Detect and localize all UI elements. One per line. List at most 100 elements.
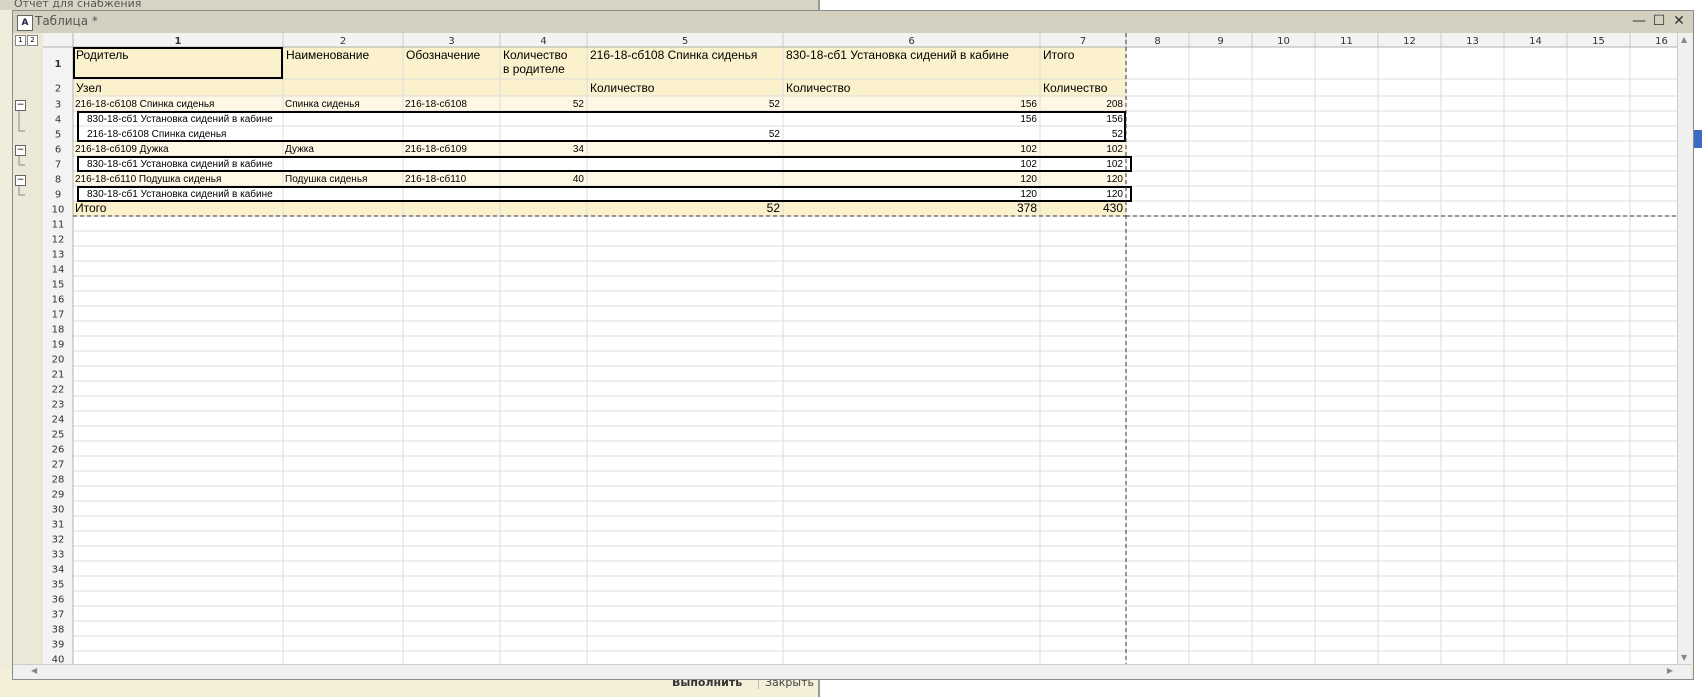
row-header-36[interactable]: 36	[52, 595, 65, 606]
column-header-16[interactable]: 16	[1655, 36, 1668, 47]
row-header-28[interactable]: 28	[52, 475, 65, 486]
row-header-15[interactable]: 15	[52, 280, 65, 291]
row-header-32[interactable]: 32	[52, 535, 65, 546]
column-header-1[interactable]: 1	[175, 36, 182, 47]
row-header-30[interactable]: 30	[52, 505, 65, 516]
row-header-33[interactable]: 33	[52, 550, 65, 561]
cell-r4-c1[interactable]: 830-18-сб1 Установка сидений в кабине	[87, 113, 273, 125]
cell-r8-c1[interactable]: 216-18-сб110 Подушка сиденья	[75, 173, 221, 185]
row-header-11[interactable]: 11	[52, 220, 65, 231]
cell-r6-c7[interactable]: 102	[1106, 144, 1123, 155]
cell-r8-c3[interactable]: 216-18-сб110	[405, 173, 467, 185]
cell-r10-c6[interactable]: 378	[1017, 201, 1037, 215]
row-header-4[interactable]: 4	[55, 115, 61, 126]
row-header-1[interactable]: 1	[55, 59, 62, 70]
cell-r3-c2[interactable]: Спинка сиденья	[285, 99, 360, 110]
row-header-6[interactable]: 6	[55, 145, 61, 156]
row-header-2[interactable]: 2	[55, 84, 61, 95]
row-header-18[interactable]: 18	[52, 325, 65, 336]
cell-r5-c7[interactable]: 52	[1112, 129, 1124, 140]
cell-r10-c7[interactable]: 430	[1103, 201, 1123, 215]
cell-r9-c1[interactable]: 830-18-сб1 Установка сидений в кабине	[87, 188, 273, 200]
cell-r6-c1[interactable]: 216-18-сб109 Дужка	[75, 143, 169, 155]
column-header-5[interactable]: 5	[682, 36, 688, 47]
cell-r9-c6[interactable]: 120	[1020, 189, 1037, 200]
cell-r8-c6[interactable]: 120	[1020, 174, 1037, 185]
scroll-down-icon[interactable]: ▼	[1681, 653, 1687, 662]
cell-r6-c4[interactable]: 34	[573, 144, 585, 155]
scroll-left-icon[interactable]: ◀	[31, 666, 37, 675]
maximize-icon[interactable]: ☐	[1651, 13, 1667, 29]
row-header-16[interactable]: 16	[52, 295, 65, 306]
column-header-9[interactable]: 9	[1217, 36, 1223, 47]
column-header-7[interactable]: 7	[1080, 36, 1086, 47]
cell-r8-c2[interactable]: Подушка сиденья	[285, 174, 367, 185]
cell-r3-c7[interactable]: 208	[1106, 99, 1123, 110]
scroll-up-icon[interactable]: ▲	[1681, 35, 1687, 44]
cell-r9-c7[interactable]: 120	[1106, 189, 1123, 200]
cell-r7-c6[interactable]: 102	[1020, 159, 1037, 170]
collapse-group-row3[interactable]: −	[15, 100, 26, 111]
column-header-8[interactable]: 8	[1154, 36, 1160, 47]
row-header-29[interactable]: 29	[52, 490, 65, 501]
cell-r6-c3[interactable]: 216-18-сб109	[405, 143, 467, 155]
cell-r6-c6[interactable]: 102	[1020, 144, 1037, 155]
row-header-23[interactable]: 23	[52, 400, 65, 411]
cell-r3-c4[interactable]: 52	[573, 99, 585, 110]
horizontal-scrollbar[interactable]: ◀ ▶	[13, 664, 1691, 679]
cell-r5-c5[interactable]: 52	[769, 129, 781, 140]
column-header-12[interactable]: 12	[1403, 36, 1416, 47]
cell-r7-c1[interactable]: 830-18-сб1 Установка сидений в кабине	[87, 158, 273, 170]
cell-r6-c2[interactable]: Дужка	[285, 144, 314, 155]
cell-r3-c5[interactable]: 52	[769, 99, 781, 110]
cell-r4-c6[interactable]: 156	[1020, 114, 1037, 125]
column-header-3[interactable]: 3	[448, 36, 454, 47]
row-header-38[interactable]: 38	[52, 625, 65, 636]
row-header-31[interactable]: 31	[52, 520, 65, 531]
row-header-39[interactable]: 39	[52, 640, 65, 651]
row-header-24[interactable]: 24	[52, 415, 65, 426]
row-header-8[interactable]: 8	[55, 175, 61, 186]
row-header-17[interactable]: 17	[52, 310, 65, 321]
column-header-4[interactable]: 4	[540, 36, 546, 47]
row-header-22[interactable]: 22	[52, 385, 65, 396]
row-header-37[interactable]: 37	[52, 610, 65, 621]
row-header-35[interactable]: 35	[52, 580, 65, 591]
collapse-group-row6[interactable]: −	[15, 145, 26, 156]
cell-r10-c5[interactable]: 52	[767, 201, 781, 215]
column-header-13[interactable]: 13	[1466, 36, 1479, 47]
cell-r4-c7[interactable]: 156	[1106, 114, 1123, 125]
row-header-3[interactable]: 3	[55, 100, 61, 111]
column-header-10[interactable]: 10	[1277, 36, 1290, 47]
row-header-19[interactable]: 19	[52, 340, 65, 351]
row-header-20[interactable]: 20	[52, 355, 65, 366]
close-icon[interactable]: ✕	[1671, 13, 1687, 29]
spreadsheet-grid[interactable]: 1 2 3 4 5 6 7 8 9 10 11 12 13 14 15 16 1 2 3 4 5 6 7 8 9 10 11 12 13…	[43, 33, 1677, 664]
collapse-group-row8[interactable]: −	[15, 175, 26, 186]
column-header-14[interactable]: 14	[1529, 36, 1542, 47]
column-header-15[interactable]: 15	[1592, 36, 1605, 47]
cell-r10-c1[interactable]: Итого	[75, 201, 107, 215]
cell-r8-c4[interactable]: 40	[573, 174, 585, 185]
cell-r3-c3[interactable]: 216-18-сб108	[405, 98, 467, 110]
cell-r5-c1[interactable]: 216-18-сб108 Спинка сиденья	[87, 128, 226, 140]
row-header-25[interactable]: 25	[52, 430, 65, 441]
row-header-34[interactable]: 34	[52, 565, 65, 576]
row-header-40[interactable]: 40	[52, 655, 65, 665]
vertical-scrollbar[interactable]: ▲ ▼	[1677, 33, 1692, 664]
minimize-icon[interactable]: —	[1631, 13, 1647, 29]
cell-r8-c7[interactable]: 120	[1106, 174, 1123, 185]
row-header-21[interactable]: 21	[52, 370, 65, 381]
row-header-5[interactable]: 5	[55, 130, 61, 141]
row-header-10[interactable]: 10	[52, 205, 65, 216]
row-header-26[interactable]: 26	[52, 445, 65, 456]
column-header-2[interactable]: 2	[340, 36, 346, 47]
row-header-9[interactable]: 9	[55, 190, 61, 201]
scroll-right-icon[interactable]: ▶	[1667, 666, 1673, 675]
row-header-12[interactable]: 12	[52, 235, 65, 246]
cell-r3-c1[interactable]: 216-18-сб108 Спинка сиденья	[75, 98, 214, 110]
column-header-11[interactable]: 11	[1340, 36, 1353, 47]
column-header-6[interactable]: 6	[908, 36, 914, 47]
row-header-7[interactable]: 7	[55, 160, 61, 171]
row-header-14[interactable]: 14	[52, 265, 65, 276]
